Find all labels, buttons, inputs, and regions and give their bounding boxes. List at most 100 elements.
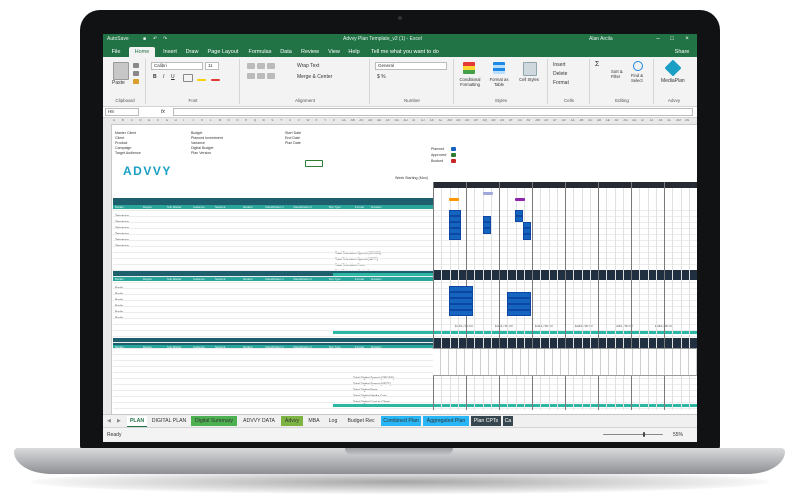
sheet-tab[interactable]: Ca — [503, 416, 513, 426]
font-name-select[interactable]: Calibri — [151, 62, 203, 70]
cell-styles-icon[interactable] — [523, 62, 537, 76]
zoom-slider-thumb[interactable] — [643, 432, 645, 437]
legend-approved-swatch — [451, 153, 456, 157]
format-painter-icon[interactable] — [133, 79, 139, 84]
paste-icon[interactable] — [113, 62, 129, 80]
tab-file[interactable]: File — [107, 47, 125, 57]
zoom-level[interactable]: 55% — [673, 432, 683, 438]
tab-help[interactable]: Help — [345, 47, 363, 57]
tab-view[interactable]: View — [325, 47, 343, 57]
underline-icon[interactable]: U — [171, 74, 175, 80]
number-format-select[interactable]: General — [375, 62, 447, 70]
find-select-button[interactable]: Find & Select — [631, 73, 651, 83]
row-line — [113, 408, 697, 409]
day-separator — [474, 188, 476, 410]
sheet-tab[interactable]: Log — [325, 416, 341, 426]
cell-styles-button[interactable]: Cell Styles — [517, 77, 541, 82]
scroll-left-icon[interactable]: ◀ — [105, 416, 113, 426]
wrap-text-button[interactable]: Wrap Text — [297, 63, 319, 69]
zoom-slider[interactable] — [603, 434, 663, 435]
alignment-group: Wrap Text Merge & Center Alignment — [241, 59, 370, 104]
tab-home[interactable]: Home — [129, 47, 155, 57]
tab-draw[interactable]: Draw — [183, 47, 201, 57]
planned-booking-cell — [523, 234, 531, 240]
redo-icon[interactable]: ↷ — [163, 36, 167, 42]
conditional-formatting-icon[interactable] — [463, 62, 475, 74]
sheet-tab[interactable]: DIGITAL PLAN — [149, 416, 189, 426]
day-separator — [556, 188, 558, 410]
sheet-tab[interactable]: Digital Summary — [191, 416, 237, 426]
clipboard-group: Paste Clipboard — [105, 59, 146, 104]
fx-icon[interactable]: fx — [161, 109, 165, 115]
autosave-label[interactable]: AutoSave — [107, 36, 129, 42]
font-color-icon[interactable] — [211, 79, 220, 81]
column-header-label: Medium — [243, 205, 253, 209]
currency-icon[interactable]: $ % — [377, 74, 386, 80]
row-line — [113, 234, 697, 235]
sort-filter-button[interactable]: Sort & Filter — [611, 69, 629, 79]
save-icon[interactable]: ■ — [143, 36, 146, 42]
row-line — [113, 282, 697, 283]
align-middle-icon[interactable] — [257, 63, 265, 69]
align-top-icon[interactable] — [247, 63, 255, 69]
tab-insert[interactable]: Insert — [159, 47, 181, 57]
conditional-formatting-button[interactable]: Conditional Formatting — [455, 77, 485, 87]
tab-formulas[interactable]: Formulas — [245, 47, 275, 57]
tell-me-search[interactable]: Tell me what you want to do — [371, 47, 481, 57]
cut-icon[interactable] — [133, 63, 139, 68]
tab-review[interactable]: Review — [297, 47, 323, 57]
borders-icon[interactable] — [183, 74, 193, 82]
user-name[interactable]: Alan Arcila — [589, 36, 613, 42]
copy-icon[interactable] — [133, 71, 139, 76]
row-line — [113, 336, 697, 337]
align-bottom-icon[interactable] — [267, 63, 275, 69]
paste-label[interactable]: Paste — [112, 80, 125, 86]
share-button[interactable]: Share — [669, 47, 695, 57]
scroll-right-icon[interactable]: ▶ — [115, 416, 123, 426]
column-header-letter: AA — [570, 118, 575, 122]
sheet-tab[interactable]: Aggregated Plan — [423, 416, 469, 426]
column-header-letter: AE — [377, 118, 382, 122]
align-right-icon[interactable] — [267, 73, 275, 79]
format-as-table-icon[interactable] — [493, 62, 505, 74]
bold-icon[interactable]: B — [153, 74, 157, 80]
find-select-icon[interactable] — [633, 61, 643, 71]
minimize-icon[interactable]: – — [653, 35, 663, 44]
tab-page-layout[interactable]: Page Layout — [203, 47, 243, 57]
column-header-letter: F — [157, 118, 159, 122]
column-header-letter: AI — [412, 118, 416, 122]
mediaplan-button[interactable]: MediaPlan — [661, 78, 685, 84]
sheet-tab[interactable]: Budget Rec — [343, 416, 379, 426]
column-header-label: Duration — [371, 205, 382, 209]
maximize-icon[interactable]: □ — [667, 35, 677, 44]
worksheet-grid[interactable]: Master Client Client Product Campaign Ta… — [103, 118, 697, 414]
close-icon[interactable]: × — [682, 35, 692, 44]
column-header-letter: Z — [333, 118, 335, 122]
merge-center-button[interactable]: Merge & Center — [297, 74, 332, 80]
align-center-icon[interactable] — [257, 73, 265, 79]
font-size-select[interactable]: 11 — [205, 62, 219, 70]
formula-input[interactable] — [173, 108, 693, 116]
fill-color-icon[interactable] — [197, 79, 206, 81]
sheet-tab[interactable]: Advvy — [281, 416, 303, 426]
sheet-tab[interactable]: Plan CPTs — [471, 416, 501, 426]
column-header-letter: AF — [614, 118, 619, 122]
sheet-tab[interactable]: Combined Plan — [381, 416, 421, 426]
tab-data[interactable]: Data — [277, 47, 295, 57]
name-box[interactable]: H8 — [105, 108, 139, 116]
selected-cell[interactable] — [305, 160, 323, 167]
undo-icon[interactable]: ↶ — [153, 36, 157, 42]
sheet-tab[interactable]: MBA — [305, 416, 323, 426]
italic-icon[interactable]: I — [163, 74, 164, 80]
date-label: Start Date — [285, 131, 302, 135]
mediaplan-icon[interactable] — [664, 59, 682, 77]
format-as-table-button[interactable]: Format as Table — [485, 77, 513, 87]
sheet-tab[interactable]: ADVVY DATA — [239, 416, 279, 426]
column-header-letter: AU — [517, 118, 522, 122]
delete-cells-button[interactable]: Delete — [553, 71, 567, 77]
autosum-icon[interactable]: Σ — [595, 61, 599, 68]
format-cells-button[interactable]: Format — [553, 80, 569, 86]
align-left-icon[interactable] — [247, 73, 255, 79]
column-header-letter: P — [245, 118, 248, 122]
insert-cells-button[interactable]: Insert — [553, 62, 566, 68]
